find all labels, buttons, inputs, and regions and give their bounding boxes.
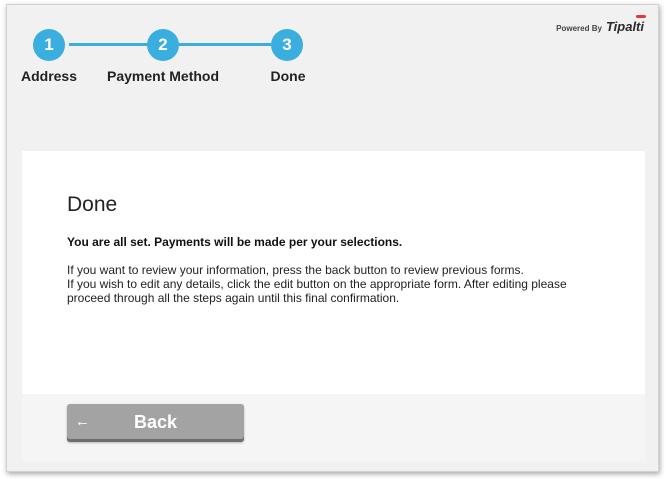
step-2-label: Payment Method	[106, 68, 220, 84]
step-connector	[69, 43, 149, 46]
powered-by-logo: Powered By Tipalti	[556, 15, 646, 34]
brand-logo: Tipalti	[605, 15, 646, 34]
step-3-label: Done	[270, 68, 306, 84]
brand-accent-mark	[636, 15, 646, 18]
confirmation-message: You are all set. Payments will be made p…	[67, 235, 403, 249]
step-1-label: Address	[20, 68, 78, 84]
back-button-label: Back	[134, 412, 178, 432]
brand-name: Tipalti	[605, 19, 644, 34]
step-2-circle: 2	[147, 29, 179, 61]
progress-stepper: 1 2 3 Address Payment Method Done	[7, 5, 347, 105]
page-title: Done	[67, 193, 118, 216]
confirmation-card: Done You are all set. Payments will be m…	[22, 151, 645, 461]
step-connector	[179, 43, 271, 46]
back-button[interactable]: ← Back	[67, 404, 244, 442]
card-footer: ← Back	[22, 394, 645, 461]
step-1-circle: 1	[33, 29, 65, 61]
powered-by-text: Powered By	[556, 24, 602, 33]
arrow-left-icon: ←	[75, 413, 90, 430]
step-3-circle: 3	[271, 29, 303, 61]
app-window: 1 2 3 Address Payment Method Done Powere…	[6, 4, 659, 472]
info-line: If you wish to edit any details, click t…	[67, 277, 567, 305]
info-line: If you want to review your information, …	[67, 263, 524, 277]
info-text: If you want to review your information, …	[67, 263, 607, 305]
